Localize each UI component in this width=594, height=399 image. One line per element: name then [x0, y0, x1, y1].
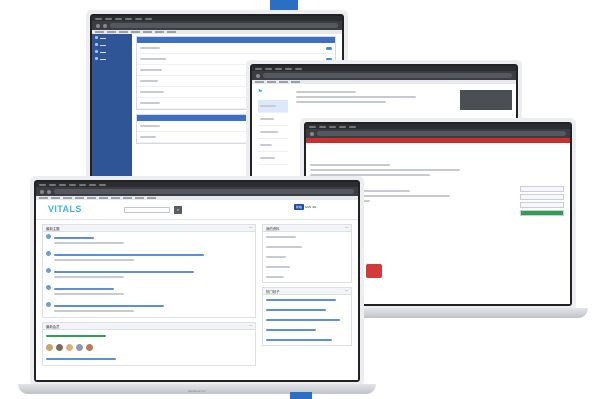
panel-header: 热门帖子 ⋯ — [263, 288, 351, 295]
logo-text: VITALS — [48, 204, 82, 214]
info-popover — [460, 90, 512, 110]
setting-row — [137, 43, 335, 54]
avatar[interactable] — [56, 344, 63, 351]
forum-header: VITALS ⌕ 新帖 SUN JAI — [36, 200, 358, 220]
browser-toolbar — [252, 71, 516, 80]
nav-item[interactable] — [258, 139, 288, 152]
accent-block-bottom — [290, 392, 312, 399]
user-menu[interactable]: 新帖 SUN JAI — [294, 204, 316, 210]
panel-header: 最新主题 ⋯ — [43, 225, 255, 232]
avatar[interactable] — [76, 344, 83, 351]
topic-item[interactable] — [43, 249, 255, 266]
attachment-thumbnail[interactable] — [366, 264, 382, 278]
search-button[interactable]: ⌕ — [174, 206, 182, 214]
panel-header: 我的资料 ⋯ — [263, 225, 351, 232]
search-input[interactable] — [124, 207, 170, 213]
profile-line — [263, 232, 351, 242]
sidebar-item[interactable]: ▬▬ — [92, 55, 132, 62]
avatar — [46, 234, 51, 239]
browser-toolbar — [306, 129, 570, 138]
admin-sidebar: ▬▬ ▬▬ ▬▬ ▬▬ — [92, 34, 132, 180]
latest-topics-panel: 最新主题 ⋯ — [42, 224, 256, 318]
primary-action-button[interactable] — [520, 210, 564, 216]
topic-item[interactable] — [43, 232, 255, 249]
link-item[interactable] — [263, 295, 351, 305]
profile-panel: 我的资料 ⋯ — [262, 224, 352, 283]
vitals-logo[interactable]: VITALS — [48, 204, 82, 214]
profile-line — [263, 242, 351, 252]
browser-toolbar — [36, 187, 358, 196]
member-item[interactable] — [43, 353, 255, 365]
sidebar-item[interactable]: ▬▬ — [92, 34, 132, 41]
product-collage: ▬▬ ▬▬ ▬▬ ▬▬ 🐦 VITALS ⌕ 新帖 SUN JAI 最新主题 ⋯… — [0, 0, 594, 399]
new-post-button[interactable]: 新帖 — [294, 204, 305, 210]
action-button[interactable] — [520, 194, 564, 200]
avatar — [46, 302, 51, 307]
forum-right-column: 我的资料 ⋯ 热门帖子 ⋯ — [262, 224, 352, 350]
address-bar[interactable] — [317, 131, 566, 136]
laptop-bezel: VITALS ⌕ 新帖 SUN JAI 最新主题 ⋯ 最新会员 ⋯ 我的资料 ⋯… — [34, 180, 360, 382]
twitter-bird-icon: 🐦 — [258, 88, 263, 93]
avatar[interactable] — [86, 344, 93, 351]
avatar — [46, 268, 51, 273]
nav-item[interactable] — [258, 126, 288, 139]
more-link[interactable]: ⋯ — [249, 226, 252, 230]
profile-line — [263, 272, 351, 282]
browser-toolbar — [92, 21, 342, 30]
laptop-brand-label: MacBook Pro — [187, 389, 206, 393]
nav-item[interactable] — [258, 100, 288, 113]
toggle-switch[interactable] — [326, 46, 332, 50]
topic-item[interactable] — [43, 266, 255, 283]
message-actions — [520, 186, 564, 218]
link-item[interactable] — [263, 315, 351, 325]
member-avatars — [43, 342, 255, 353]
alert-banner — [306, 138, 570, 143]
topic-item[interactable] — [43, 283, 255, 300]
nav-item[interactable] — [258, 113, 288, 126]
topic-item[interactable] — [43, 300, 255, 317]
avatar[interactable] — [66, 344, 73, 351]
forum-screen: VITALS ⌕ 新帖 SUN JAI 最新主题 ⋯ 最新会员 ⋯ 我的资料 ⋯… — [36, 182, 358, 380]
address-bar[interactable] — [54, 189, 354, 194]
address-bar[interactable] — [110, 23, 338, 28]
action-button[interactable] — [520, 186, 564, 192]
profile-line — [263, 262, 351, 272]
address-bar[interactable] — [263, 73, 512, 78]
action-button[interactable] — [520, 202, 564, 208]
forum-main: 最新主题 ⋯ 最新会员 ⋯ — [42, 224, 256, 370]
avatar — [46, 251, 51, 256]
user-name: SUN JAI — [304, 205, 317, 209]
profile-line — [263, 252, 351, 262]
member-item[interactable] — [43, 330, 255, 342]
avatar[interactable] — [46, 344, 53, 351]
search-icon: ⌕ — [176, 207, 180, 212]
avatar — [46, 285, 51, 290]
links-panel: 热门帖子 ⋯ — [262, 287, 352, 346]
link-item[interactable] — [263, 335, 351, 345]
sidebar-item[interactable]: ▬▬ — [92, 41, 132, 48]
laptop-forum-home: VITALS ⌕ 新帖 SUN JAI 最新主题 ⋯ 最新会员 ⋯ 我的资料 ⋯… — [18, 176, 376, 394]
nav-item[interactable] — [258, 152, 288, 165]
panel-header: 最新会员 ⋯ — [43, 323, 255, 330]
sidebar-item[interactable]: ▬▬ — [92, 48, 132, 55]
more-link[interactable]: ⋯ — [249, 324, 252, 328]
bookmarks-bar — [252, 80, 516, 84]
link-item[interactable] — [263, 325, 351, 335]
members-panel: 最新会员 ⋯ — [42, 322, 256, 366]
link-item[interactable] — [263, 305, 351, 315]
